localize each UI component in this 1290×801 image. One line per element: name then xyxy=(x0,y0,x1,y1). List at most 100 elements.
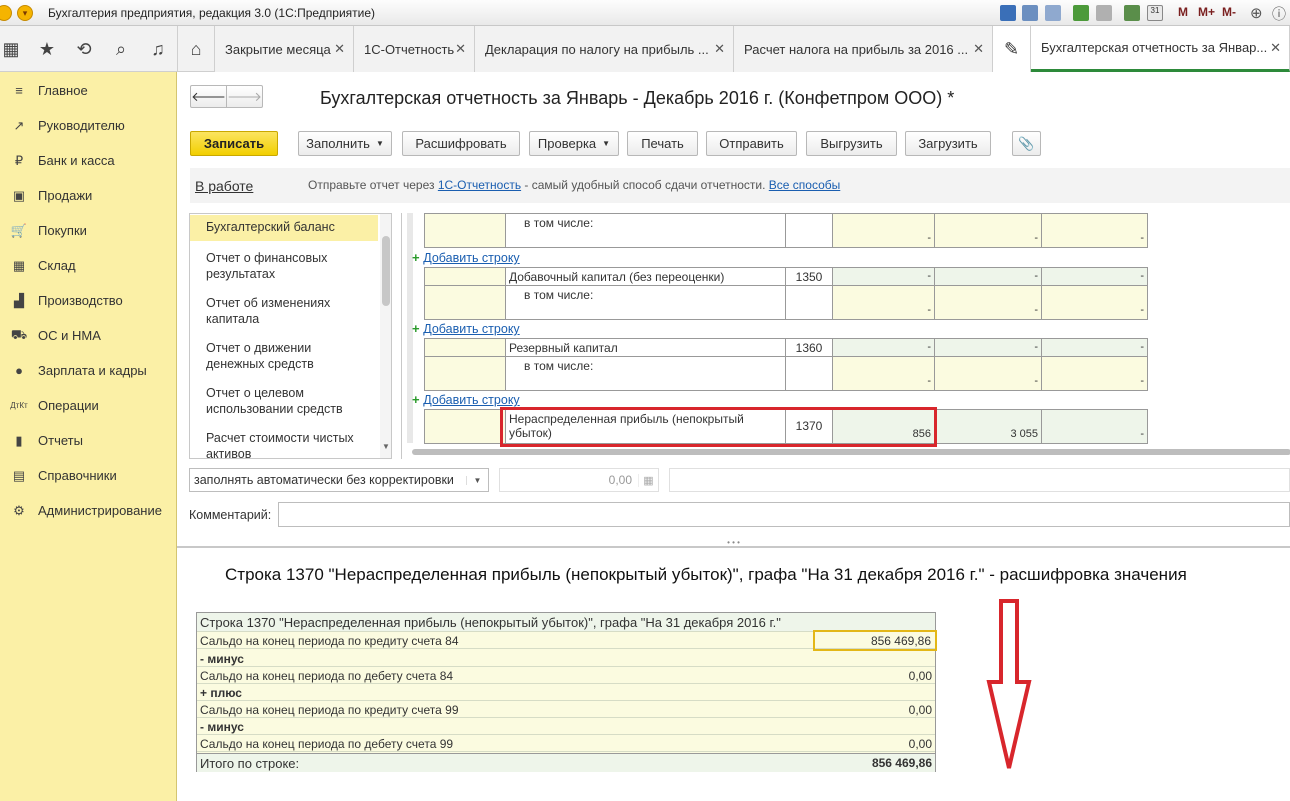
tab-profit-tax-calc[interactable]: Расчет налога на прибыль за 2016 ... ✕ xyxy=(734,26,993,72)
fill-mode-select[interactable]: заполнять автоматически без корректировк… xyxy=(189,468,489,492)
zoom-icon[interactable]: ⊕ xyxy=(1250,4,1263,22)
print-button[interactable]: Печать xyxy=(627,131,698,156)
report-state-link[interactable]: В работе xyxy=(195,178,253,194)
tree-item-capital-changes[interactable]: Отчет об изменениях капитала xyxy=(190,291,378,331)
decode-value-cell-selected[interactable]: 856 469,86 xyxy=(813,630,937,651)
forward-button[interactable]: 🡒 xyxy=(226,85,263,108)
sidebar-item-operations[interactable]: ДтКт Операции xyxy=(0,388,177,423)
sidebar-item-reports[interactable]: ▮ Отчеты xyxy=(0,423,177,458)
tree-scroll-down-icon[interactable]: ▼ xyxy=(382,442,390,451)
calendar-icon[interactable]: 31 xyxy=(1147,5,1163,21)
sidebar-item-manager[interactable]: ↗ Руководителю xyxy=(0,108,177,143)
grid-value-cell[interactable]: - xyxy=(832,213,935,248)
sidebar-item-payroll[interactable]: ● Зарплата и кадры xyxy=(0,353,177,388)
grid-value-cell[interactable]: - xyxy=(1041,409,1148,444)
sidebar-item-catalogs[interactable]: ▤ Справочники xyxy=(0,458,177,493)
pin-icon[interactable]: ✎ xyxy=(993,26,1031,72)
decode-row-value[interactable]: 0,00 xyxy=(909,703,932,717)
grid-cell[interactable] xyxy=(424,285,506,320)
close-icon[interactable]: ✕ xyxy=(973,41,984,57)
add-row-link[interactable]: + Добавить строку xyxy=(412,321,520,336)
sidebar-item-bank[interactable]: ₽ Банк и касса xyxy=(0,143,177,178)
calculator-icon[interactable]: ▦ xyxy=(638,473,658,487)
info-icon[interactable]: ⓘ xyxy=(1272,4,1286,24)
page-title: Бухгалтерская отчетность за Январь - Дек… xyxy=(320,88,955,108)
grid-value-cell[interactable]: - xyxy=(934,213,1042,248)
comment-input[interactable] xyxy=(278,502,1290,527)
spreadsheet-hscroll[interactable] xyxy=(412,449,1290,455)
tree-scroll-thumb[interactable] xyxy=(382,236,390,306)
tab-accounting-reports[interactable]: Бухгалтерская отчетность за Январ... ✕ xyxy=(1031,26,1290,72)
home-icon[interactable]: ⌂ xyxy=(177,26,215,72)
close-icon[interactable]: ✕ xyxy=(714,41,725,57)
fill-button[interactable]: Заполнить ▼ xyxy=(298,131,392,156)
save-button[interactable]: Записать xyxy=(190,131,278,156)
grid-value-cell[interactable]: - xyxy=(934,285,1042,320)
decode-row-value[interactable]: 0,00 xyxy=(909,669,932,683)
decode-total-value[interactable]: 856 469,86 xyxy=(872,756,932,770)
doc-icon[interactable] xyxy=(1096,5,1112,21)
grid-cell[interactable] xyxy=(424,338,506,357)
sidebar-item-warehouse[interactable]: ▦ Склад xyxy=(0,248,177,283)
print-icon[interactable] xyxy=(1022,5,1038,21)
grid-value-cell-1370-prev[interactable]: 3 055 xyxy=(934,409,1042,444)
preview-icon[interactable] xyxy=(1045,5,1061,21)
sidebar-item-sales[interactable]: ▣ Продажи xyxy=(0,178,177,213)
extra-field[interactable] xyxy=(669,468,1290,492)
tree-item-balance[interactable]: Бухгалтерский баланс xyxy=(190,215,378,241)
reporting-link[interactable]: 1С-Отчетность xyxy=(438,178,521,192)
tab-month-close[interactable]: Закрытие месяца ✕ xyxy=(215,26,354,72)
sidebar-item-assets[interactable]: ⛟ ОС и НМА xyxy=(0,318,177,353)
back-button[interactable]: 🡐 xyxy=(190,85,227,108)
grid-cell[interactable] xyxy=(424,356,506,391)
all-methods-link[interactable]: Все способы xyxy=(769,178,841,192)
grid-value-cell[interactable]: - xyxy=(832,356,935,391)
memory-minus-button[interactable]: M- xyxy=(1222,5,1236,19)
send-button[interactable]: Отправить xyxy=(706,131,797,156)
grid-value-cell[interactable]: - xyxy=(1041,356,1148,391)
save-icon[interactable] xyxy=(1000,5,1016,21)
close-icon[interactable]: ✕ xyxy=(334,41,345,57)
close-icon[interactable]: ✕ xyxy=(1270,40,1281,56)
check-button[interactable]: Проверка ▼ xyxy=(529,131,619,156)
grid-value-cell[interactable]: - xyxy=(1041,285,1148,320)
bell-icon[interactable]: ♫ xyxy=(139,26,177,72)
add-row-link[interactable]: + Добавить строку xyxy=(412,250,520,265)
grid-value-cell[interactable]: - xyxy=(832,285,935,320)
amount-field[interactable]: 0,00 ▦ xyxy=(499,468,659,492)
search-icon[interactable]: ⌕ xyxy=(102,26,140,72)
sidebar-item-production[interactable]: ▟ Производство xyxy=(0,283,177,318)
tree-item-financial-results[interactable]: Отчет о финансовых результатах xyxy=(190,246,378,286)
memory-m-button[interactable]: M xyxy=(1178,5,1188,19)
tree-item-cash-flow[interactable]: Отчет о движении денежных средств xyxy=(190,336,378,376)
panel-splitter[interactable]: • • • xyxy=(177,538,1290,548)
export-icon[interactable] xyxy=(1073,5,1089,21)
add-row-link[interactable]: + Добавить строку xyxy=(412,392,520,407)
add-row-label: Добавить строку xyxy=(423,251,520,265)
sidebar-item-purchases[interactable]: 🛒 Покупки xyxy=(0,213,177,248)
tab-1c-reporting[interactable]: 1С-Отчетность ✕ xyxy=(354,26,475,72)
favorites-star-icon[interactable]: ★ xyxy=(28,26,66,72)
decode-button[interactable]: Расшифровать xyxy=(402,131,520,156)
decode-row-value[interactable]: 0,00 xyxy=(909,737,932,751)
grid-value-cell[interactable]: - xyxy=(934,356,1042,391)
apps-grid-icon[interactable]: ▦ xyxy=(0,26,30,72)
sidebar-item-admin[interactable]: ⚙ Администрирование xyxy=(0,493,177,528)
history-icon[interactable]: ⟲ xyxy=(65,26,103,72)
grid-value-cell[interactable]: - xyxy=(1041,213,1148,248)
tree-item-net-assets[interactable]: Расчет стоимости чистых активов xyxy=(190,426,378,458)
sidebar-item-main[interactable]: ≡ Главное xyxy=(0,73,177,108)
calculator-icon[interactable] xyxy=(1124,5,1140,21)
grid-cell[interactable] xyxy=(424,409,506,444)
export-button[interactable]: Выгрузить xyxy=(806,131,897,156)
tab-profit-tax-declaration[interactable]: Декларация по налогу на прибыль ... ✕ xyxy=(475,26,734,72)
tree-item-targeted-funds[interactable]: Отчет о целевом использовании средств xyxy=(190,381,378,421)
import-button[interactable]: Загрузить xyxy=(905,131,991,156)
close-icon[interactable]: ✕ xyxy=(455,41,466,57)
memory-plus-button[interactable]: M+ xyxy=(1198,5,1215,19)
attach-button[interactable]: 📎 xyxy=(1012,131,1041,156)
grid-cell[interactable] xyxy=(424,267,506,286)
app-logo-icon[interactable] xyxy=(0,5,12,21)
menu-dropdown-icon[interactable]: ▾ xyxy=(17,5,33,21)
grid-cell[interactable] xyxy=(424,213,506,248)
